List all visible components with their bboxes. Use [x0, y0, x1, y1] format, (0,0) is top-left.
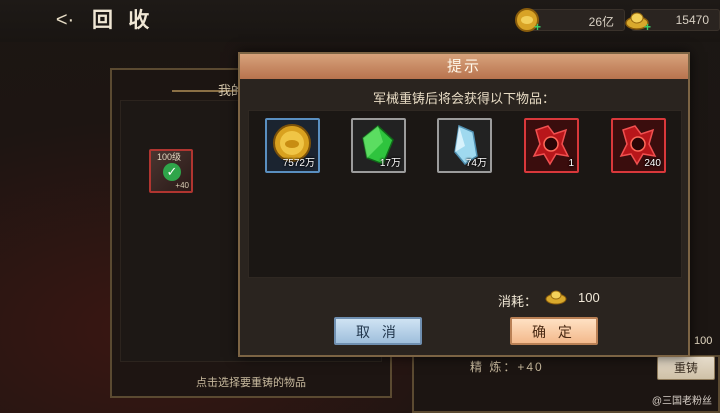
item-count: 17万 [379, 158, 401, 169]
dialog-title: 提示 [446, 58, 481, 75]
refine-label: 精 炼：+40 [470, 360, 544, 374]
dialog-message: 军械重铸后将会获得以下物品： [372, 91, 555, 106]
reward-item-blue-crystal[interactable]: 74万 [437, 118, 492, 173]
slot-level: 100级 [157, 152, 182, 162]
cost-value: 100 [578, 290, 600, 305]
recast-button[interactable]: 重铸 [657, 356, 715, 380]
item-count: 240 [644, 158, 661, 169]
confirm-button[interactable]: 确 定 [510, 317, 598, 345]
reward-items-area: 7572万 17万 74万 1 240 [248, 110, 682, 278]
slot-bonus: +40 [175, 181, 189, 190]
game-screen: <· 回 收 + 26亿 + 15470 我的 100级 ✓ +40 点击选择要… [0, 0, 720, 413]
top-bar: <· 回 收 + 26亿 + 15470 [0, 0, 720, 42]
item-count: 1 [568, 158, 574, 169]
page-title: 回 收 [92, 7, 154, 32]
add-ingot-icon[interactable]: + [644, 20, 651, 34]
back-arrow-icon[interactable]: <· [54, 8, 76, 32]
cancel-button[interactable]: 取 消 [334, 317, 422, 345]
reward-item-red-token[interactable]: 240 [611, 118, 666, 173]
reward-item-green-gem[interactable]: 17万 [351, 118, 406, 173]
ingot-value: 15470 [675, 13, 709, 27]
selection-hint: 点击选择要重铸的物品 [196, 377, 306, 389]
ingot-currency[interactable]: + 15470 [625, 9, 720, 34]
cost-label: 消耗： [498, 294, 538, 309]
confirm-dialog: 提示 军械重铸后将会获得以下物品： 7572万 17万 74万 1 240 消耗… [238, 52, 690, 357]
reward-item-gold-coin[interactable]: 7572万 [265, 118, 320, 173]
equipment-slot[interactable]: 100级 ✓ +40 [149, 149, 193, 193]
side-value: 100 [694, 335, 713, 347]
watermark: @三国老粉丝 [651, 396, 712, 407]
item-count: 7572万 [282, 158, 315, 169]
checkmark-icon: ✓ [163, 163, 181, 181]
item-count: 74万 [465, 158, 487, 169]
gold-ingot-icon [545, 290, 567, 305]
reward-item-red-token[interactable]: 1 [524, 118, 579, 173]
add-gold-icon[interactable]: + [534, 20, 541, 34]
gold-currency[interactable]: + 26亿 [515, 8, 625, 34]
gold-value: 26亿 [588, 15, 614, 29]
